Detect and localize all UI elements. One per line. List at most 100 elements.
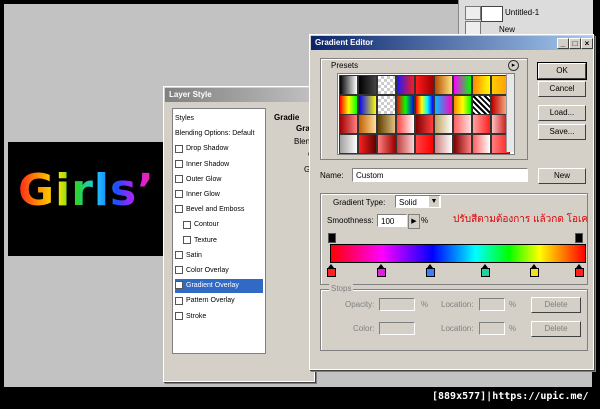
preset-swatch[interactable]: [472, 133, 491, 154]
layer-eye-icon[interactable]: [465, 21, 481, 35]
checkbox-icon[interactable]: [183, 235, 191, 244]
style-list-item[interactable]: Outer Glow: [175, 173, 263, 187]
color-stop[interactable]: [327, 264, 336, 277]
preset-swatch[interactable]: [377, 94, 396, 115]
name-input[interactable]: Custom: [352, 168, 528, 182]
checkbox-icon[interactable]: [175, 311, 183, 320]
preset-swatch[interactable]: [415, 133, 434, 154]
layer-new-label[interactable]: New: [499, 25, 515, 34]
checkbox-icon[interactable]: [175, 205, 183, 214]
style-list-item[interactable]: Styles: [175, 112, 263, 126]
opacity-stop-left[interactable]: [328, 233, 336, 243]
delete-opacity-button[interactable]: Delete: [531, 297, 581, 313]
ok-button[interactable]: OK: [537, 62, 587, 80]
color-stop[interactable]: [575, 264, 584, 277]
load-button[interactable]: Load...: [538, 105, 586, 121]
gradient-type-select[interactable]: Solid ▼: [395, 195, 441, 208]
cancel-button[interactable]: Cancel: [538, 81, 586, 97]
checkbox-icon[interactable]: ✓: [175, 281, 183, 290]
gradient-bar[interactable]: [330, 244, 586, 263]
preset-swatch[interactable]: [472, 94, 491, 115]
preset-swatch[interactable]: [453, 133, 472, 154]
checkbox-icon[interactable]: [175, 250, 183, 259]
preset-swatch[interactable]: [377, 75, 396, 95]
preset-swatch[interactable]: [434, 75, 453, 95]
style-list-item[interactable]: Contour: [183, 218, 263, 232]
style-list-item[interactable]: Color Overlay: [175, 264, 263, 278]
smoothness-arrow-icon[interactable]: ▶: [408, 214, 420, 229]
opacity-location-field[interactable]: [479, 298, 505, 311]
preset-swatch[interactable]: [472, 75, 491, 95]
color-location-field[interactable]: [479, 322, 505, 335]
layer-eye-icon[interactable]: [465, 6, 481, 20]
color-stop[interactable]: [530, 264, 540, 277]
opacity-field[interactable]: [379, 298, 415, 311]
chevron-down-icon[interactable]: ▼: [429, 196, 439, 207]
checkbox-icon[interactable]: [175, 266, 183, 275]
style-list-item[interactable]: Inner Shadow: [175, 158, 263, 172]
preset-swatch[interactable]: [434, 114, 453, 134]
layer-thumbnail[interactable]: [481, 6, 503, 22]
preset-swatch[interactable]: [453, 94, 472, 115]
style-list-item[interactable]: Drop Shadow: [175, 142, 263, 156]
maximize-icon[interactable]: □: [569, 38, 581, 49]
preset-swatch[interactable]: [339, 133, 358, 154]
preset-swatch[interactable]: [434, 133, 453, 154]
preset-swatch[interactable]: [396, 133, 415, 154]
color-stop[interactable]: [480, 264, 490, 277]
checkbox-icon[interactable]: [175, 159, 183, 168]
style-list-item[interactable]: Bevel and Emboss: [175, 203, 263, 217]
preset-swatch[interactable]: [396, 114, 415, 134]
preset-swatch[interactable]: [377, 114, 396, 134]
style-list-item[interactable]: Pattern Overlay: [175, 294, 263, 308]
preset-swatch[interactable]: [415, 94, 434, 115]
checkbox-icon[interactable]: [175, 144, 183, 153]
save-button[interactable]: Save...: [538, 124, 586, 140]
layer-name[interactable]: Untitled-1: [505, 8, 539, 17]
presets-menu-icon[interactable]: ▸: [508, 60, 519, 71]
presets-scrollbar[interactable]: [506, 74, 514, 152]
artwork-text: Girls’: [18, 165, 155, 216]
preset-swatch[interactable]: [339, 75, 358, 95]
preset-swatch[interactable]: [339, 94, 358, 115]
layer-style-titlebar[interactable]: Layer Style: [165, 88, 313, 102]
checkbox-icon[interactable]: [175, 190, 183, 199]
new-button[interactable]: New: [538, 168, 586, 184]
preset-swatch[interactable]: [358, 75, 377, 95]
checkbox-icon[interactable]: [175, 174, 183, 183]
color-stop[interactable]: [376, 264, 386, 277]
color-stop[interactable]: [426, 264, 436, 277]
preset-swatch[interactable]: [396, 94, 415, 115]
smoothness-input[interactable]: 100: [377, 214, 407, 227]
style-list-item[interactable]: Stroke: [175, 310, 263, 324]
style-list-label: Satin: [186, 251, 202, 259]
preset-swatch[interactable]: [377, 133, 396, 154]
opacity-stop-right[interactable]: [575, 233, 583, 243]
preset-swatch[interactable]: [434, 94, 453, 115]
style-list-label: Stroke: [186, 312, 207, 320]
presets-group: Presets ▸: [320, 58, 528, 160]
close-icon[interactable]: ×: [581, 38, 593, 49]
preset-swatch[interactable]: [358, 94, 377, 115]
preset-swatch[interactable]: [453, 114, 472, 134]
preset-swatch[interactable]: [358, 133, 377, 154]
checkbox-icon[interactable]: [183, 220, 191, 229]
preset-swatch[interactable]: [396, 75, 415, 95]
gradient-editor-titlebar[interactable]: Gradient Editor: [311, 36, 592, 50]
style-list-item[interactable]: Inner Glow: [175, 188, 263, 202]
style-list-item[interactable]: Texture: [183, 234, 263, 248]
color-field[interactable]: [379, 322, 415, 335]
minimize-icon[interactable]: _: [557, 38, 569, 49]
preset-swatch[interactable]: [339, 114, 358, 134]
style-list-item[interactable]: Satin: [175, 249, 263, 263]
delete-color-button[interactable]: Delete: [531, 321, 581, 337]
style-list-item[interactable]: ✓ Gradient Overlay: [175, 279, 263, 294]
preset-swatch[interactable]: [472, 114, 491, 134]
style-list-item[interactable]: Blending Options: Default: [175, 127, 263, 141]
gradient-type-value: Solid: [399, 198, 417, 207]
preset-swatch[interactable]: [358, 114, 377, 134]
preset-swatch[interactable]: [415, 75, 434, 95]
preset-swatch[interactable]: [415, 114, 434, 134]
preset-swatch[interactable]: [453, 75, 472, 95]
checkbox-icon[interactable]: [175, 296, 183, 305]
